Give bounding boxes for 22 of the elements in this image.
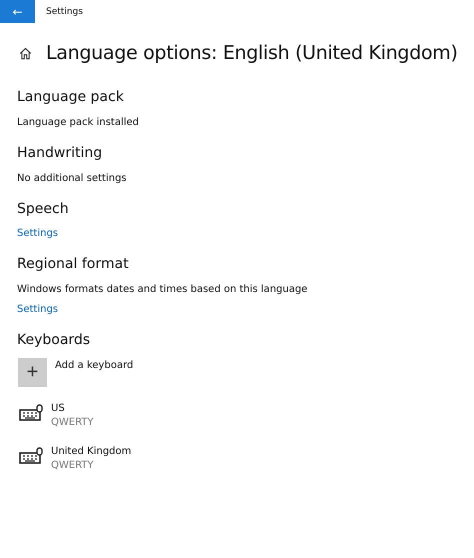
section-heading: Regional format bbox=[17, 255, 130, 274]
home-icon[interactable] bbox=[19, 46, 32, 60]
settings-link[interactable]: Settings bbox=[17, 303, 58, 317]
section-heading: Keyboards bbox=[17, 331, 92, 350]
add-keyboard-label[interactable]: Add a keyboard bbox=[55, 360, 134, 371]
section-heading: Speech bbox=[17, 200, 70, 219]
section-heading: Language pack bbox=[17, 88, 125, 107]
keyboard-layout: QWERTY bbox=[51, 459, 95, 473]
settings-link[interactable]: Settings bbox=[17, 227, 58, 241]
keyboard-name[interactable]: US bbox=[51, 402, 94, 416]
description-text: No additional settings bbox=[17, 172, 128, 186]
keyboard-icon bbox=[19, 404, 43, 422]
keyboard-layout: QWERTY bbox=[51, 416, 94, 430]
add-button[interactable]: + bbox=[18, 358, 47, 387]
section-heading: Handwriting bbox=[17, 144, 104, 163]
description-text: Language pack installed bbox=[17, 116, 140, 130]
window-title: Settings bbox=[46, 6, 83, 16]
page-heading: Language options: English (United Kingdom) bbox=[46, 42, 458, 64]
back-button[interactable]: ← bbox=[0, 0, 35, 23]
keyboard-name[interactable]: United Kingdom bbox=[51, 445, 132, 459]
description-text: Windows formats dates and times based on this language bbox=[17, 283, 308, 297]
keyboard-icon bbox=[19, 447, 43, 465]
